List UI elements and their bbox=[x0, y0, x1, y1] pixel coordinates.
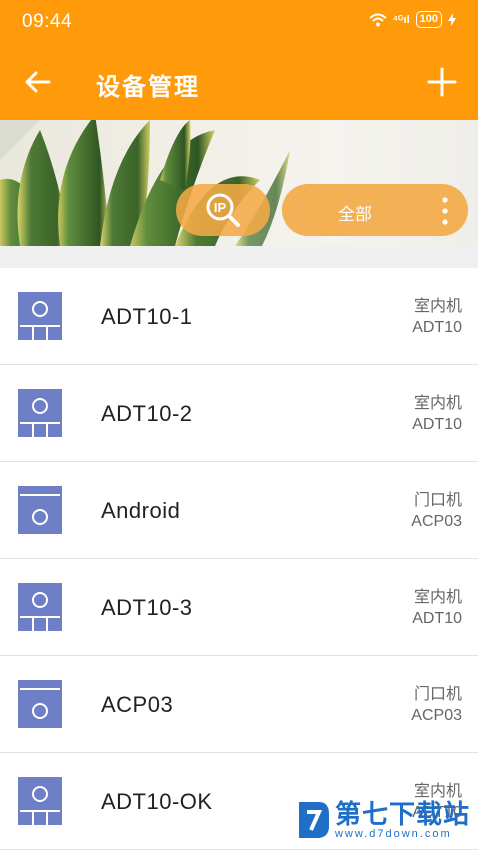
status-icons: ⁴ᴳıl 100 bbox=[368, 11, 456, 28]
charging-icon bbox=[448, 12, 456, 27]
battery-icon: 100 bbox=[415, 11, 442, 28]
watermark-url: www.d7down.com bbox=[334, 828, 452, 840]
device-name: ADT10-1 bbox=[101, 304, 193, 329]
device-model: ACP03 bbox=[411, 513, 462, 530]
indoor-unit-icon bbox=[18, 583, 62, 631]
ip-label: IP bbox=[214, 200, 227, 215]
page-title: 设备管理 bbox=[96, 74, 200, 101]
device-type: 室内机 bbox=[413, 395, 462, 412]
device-row[interactable]: ADT10-3 室内机 ADT10 bbox=[0, 559, 478, 656]
filter-label: 全部 bbox=[338, 205, 372, 224]
status-time: 09:44 bbox=[22, 11, 73, 32]
device-row[interactable]: ACP03 门口机 ACP03 bbox=[0, 656, 478, 753]
back-arrow-icon[interactable] bbox=[22, 66, 54, 98]
device-name: ACP03 bbox=[101, 692, 174, 717]
wifi-icon bbox=[368, 13, 387, 26]
device-type: 门口机 bbox=[413, 686, 462, 703]
device-name: ADT10-2 bbox=[101, 401, 193, 426]
device-name: ADT10-OK bbox=[101, 789, 213, 814]
signal-icon: ⁴ᴳıl bbox=[392, 13, 410, 26]
status-bar: 09:44 ⁴ᴳıl 100 bbox=[0, 0, 478, 44]
device-row[interactable]: ADT10-2 室内机 ADT10 bbox=[0, 365, 478, 462]
device-model: ACP03 bbox=[411, 707, 462, 724]
plant-banner: IP 全部 bbox=[0, 120, 478, 246]
device-type: 室内机 bbox=[413, 589, 462, 606]
add-device-icon[interactable] bbox=[424, 64, 460, 100]
device-type: 门口机 bbox=[413, 492, 462, 509]
watermark: 第七下载站 www.d7down.com bbox=[295, 798, 470, 842]
device-name: ADT10-3 bbox=[101, 595, 193, 620]
device-model: ADT10 bbox=[412, 319, 462, 336]
ip-search-icon: IP bbox=[206, 193, 240, 227]
device-type: 室内机 bbox=[413, 298, 462, 315]
indoor-unit-icon bbox=[18, 777, 62, 825]
watermark-logo-icon bbox=[298, 802, 329, 838]
section-gap bbox=[0, 246, 478, 268]
device-name: Android bbox=[101, 498, 181, 523]
device-model: ADT10 bbox=[412, 610, 462, 627]
indoor-unit-icon bbox=[18, 292, 62, 340]
ip-search-button[interactable]: IP bbox=[176, 184, 270, 236]
title-bar: 设备管理 bbox=[0, 48, 478, 114]
app-header: 09:44 ⁴ᴳıl 100 设备管理 bbox=[0, 0, 478, 120]
more-vertical-icon[interactable] bbox=[442, 197, 448, 225]
watermark-title: 第七下载站 bbox=[334, 799, 470, 829]
filter-dropdown[interactable]: 全部 bbox=[282, 184, 468, 236]
door-unit-icon bbox=[18, 680, 62, 728]
device-list: ADT10-1 室内机 ADT10 ADT10-2 室内机 ADT10 Android 门口机… bbox=[0, 268, 478, 850]
device-model: ADT10 bbox=[412, 416, 462, 433]
device-row[interactable]: Android 门口机 ACP03 bbox=[0, 462, 478, 559]
indoor-unit-icon bbox=[18, 389, 62, 437]
device-row[interactable]: ADT10-1 室内机 ADT10 bbox=[0, 268, 478, 365]
door-unit-icon bbox=[18, 486, 62, 534]
